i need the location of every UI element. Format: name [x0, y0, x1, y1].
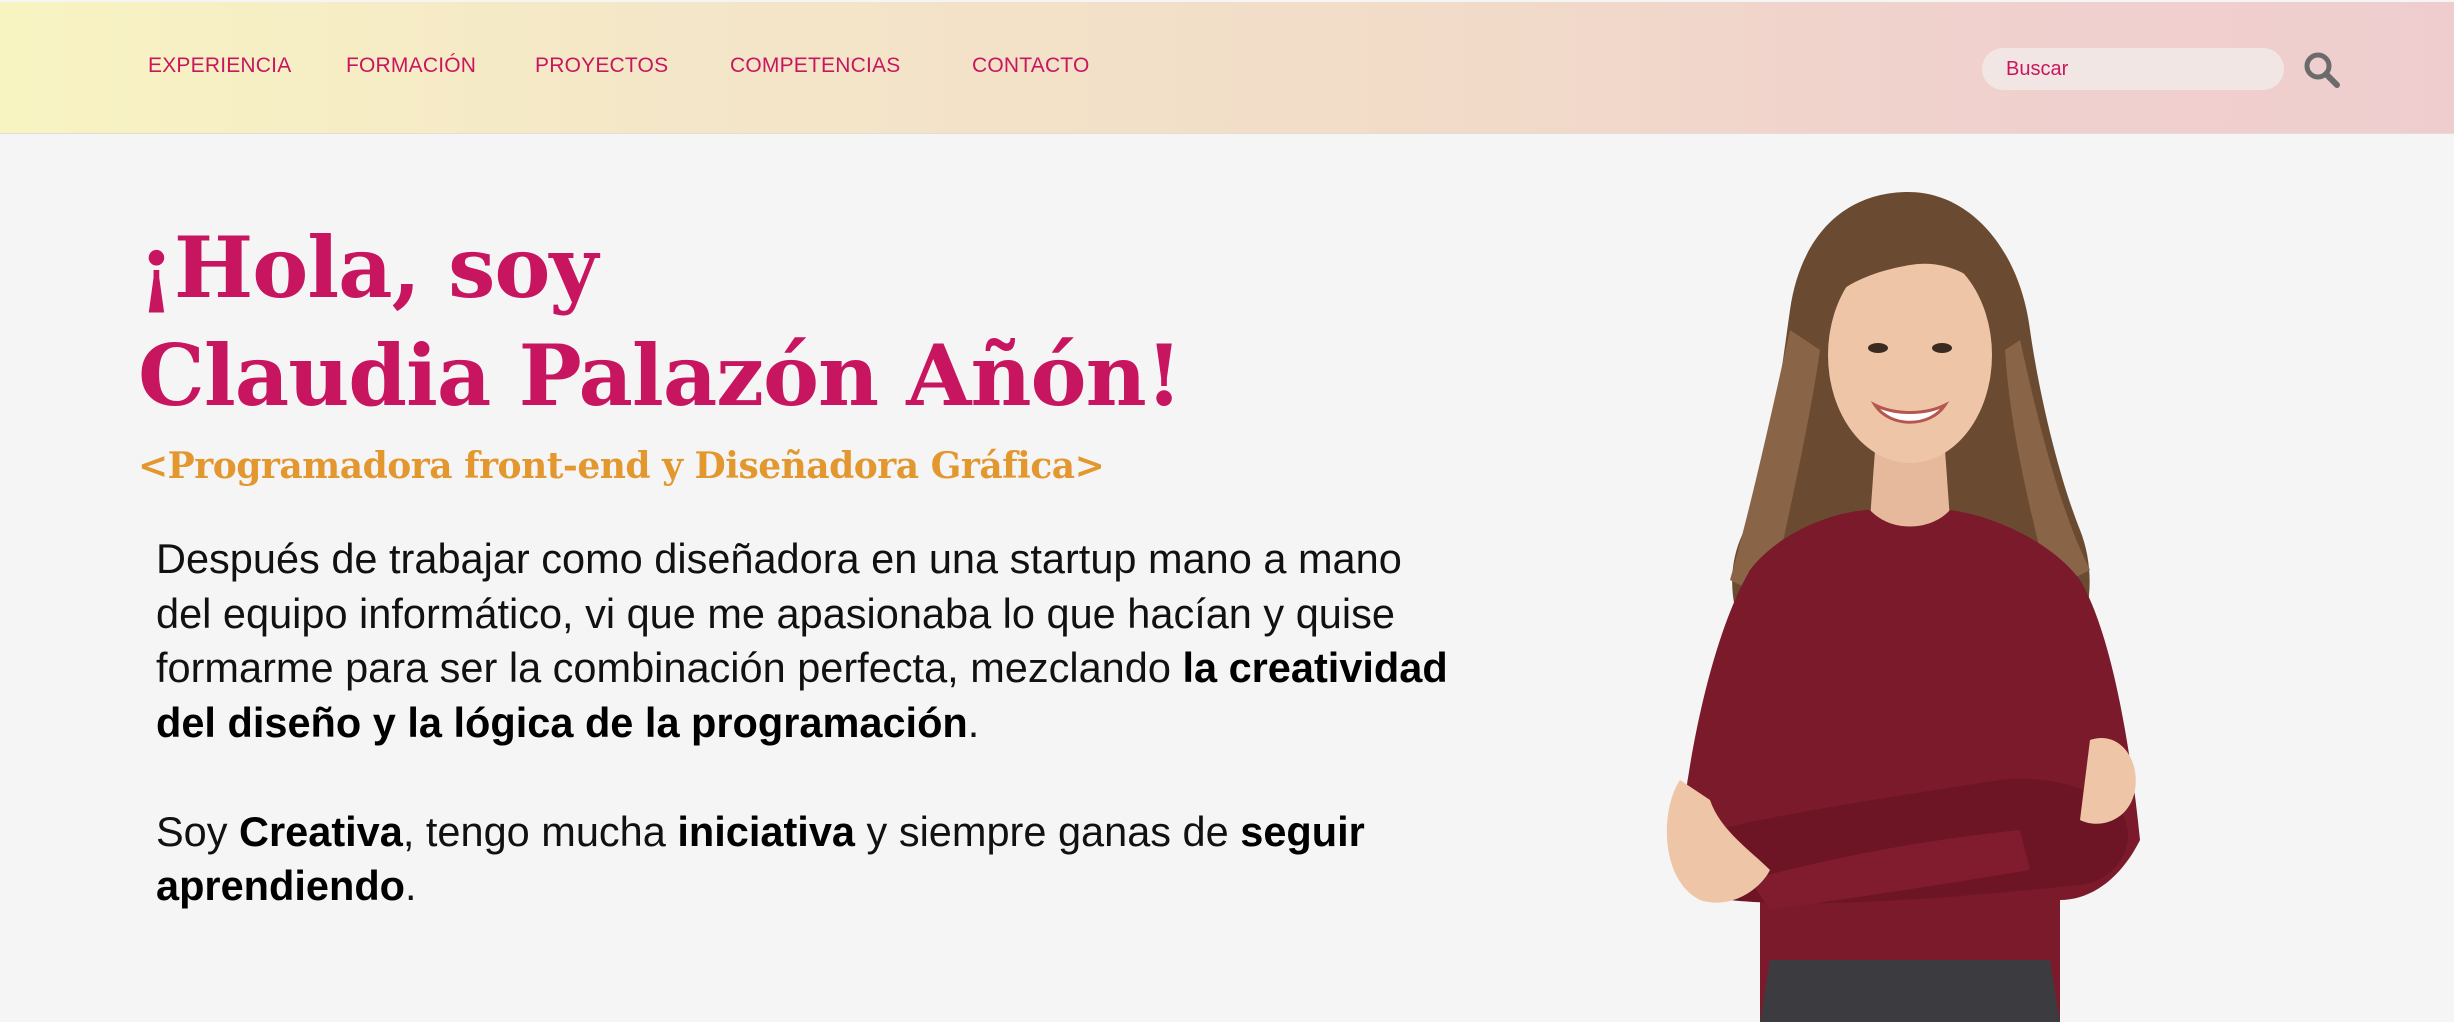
bio-line: aprendiendo. — [156, 859, 1616, 914]
nav-item-competencias[interactable]: COMPETENCIAS — [730, 54, 900, 78]
bio-text: Después de trabajar como diseñadora en u… — [156, 532, 1616, 914]
nav-item-proyectos[interactable]: PROYECTOS — [535, 54, 668, 78]
bio-highlight: aprendiendo — [156, 862, 406, 909]
bio-line: Después de trabajar como diseñadora en u… — [156, 535, 1402, 582]
page: EXPERIENCIA FORMACIÓN PROYECTOS COMPETEN… — [0, 0, 2454, 1022]
bio-text-span: Soy — [156, 807, 240, 855]
search-icon — [2304, 52, 2340, 88]
nav-item-formacion[interactable]: FORMACIÓN — [346, 54, 476, 78]
hero-title: ¡Hola, soy Claudia Palazón Añón! — [138, 214, 1183, 430]
bio-text-span: . — [405, 862, 417, 909]
hero-subtitle: <Programadora front-end y Diseñadora Grá… — [138, 445, 1105, 487]
nav-item-contacto[interactable]: CONTACTO — [972, 54, 1090, 78]
bio-line: del equipo informático, vi que me apasio… — [156, 589, 1395, 637]
nav-item-experiencia[interactable]: EXPERIENCIA — [148, 54, 291, 78]
main-nav: EXPERIENCIA FORMACIÓN PROYECTOS COMPETEN… — [0, 2, 1200, 133]
bio-highlight: del diseño y la lógica de la programació… — [156, 698, 968, 746]
bio-highlight: Creativa — [239, 807, 403, 855]
search-input[interactable] — [1982, 48, 2284, 90]
bio-line: formarme para ser la combinación perfect… — [156, 641, 1616, 696]
hero-title-line-1: ¡Hola, soy — [138, 218, 598, 317]
top-nav-bar: EXPERIENCIA FORMACIÓN PROYECTOS COMPETEN… — [0, 2, 2454, 134]
bio-text-span: . — [967, 698, 980, 746]
bio-line: del diseño y la lógica de la programació… — [156, 696, 1616, 751]
bio-line: Soy Creativa, tengo mucha iniciativa y s… — [156, 805, 1616, 860]
bio-highlight: la creatividad — [1182, 644, 1448, 691]
bio-text-span: , tengo mucha — [402, 807, 678, 855]
profile-photo — [1666, 191, 2140, 1022]
search-button[interactable] — [2302, 50, 2342, 90]
bio-highlight: seguir — [1240, 807, 1365, 855]
hero-title-line-2: Claudia Palazón Añón! — [138, 326, 1183, 425]
bio-highlight: iniciativa — [677, 807, 856, 855]
bio-text-span: y siempre ganas de — [855, 807, 1241, 855]
bio-text-span: formarme para ser la combinación perfect… — [156, 644, 1183, 691]
